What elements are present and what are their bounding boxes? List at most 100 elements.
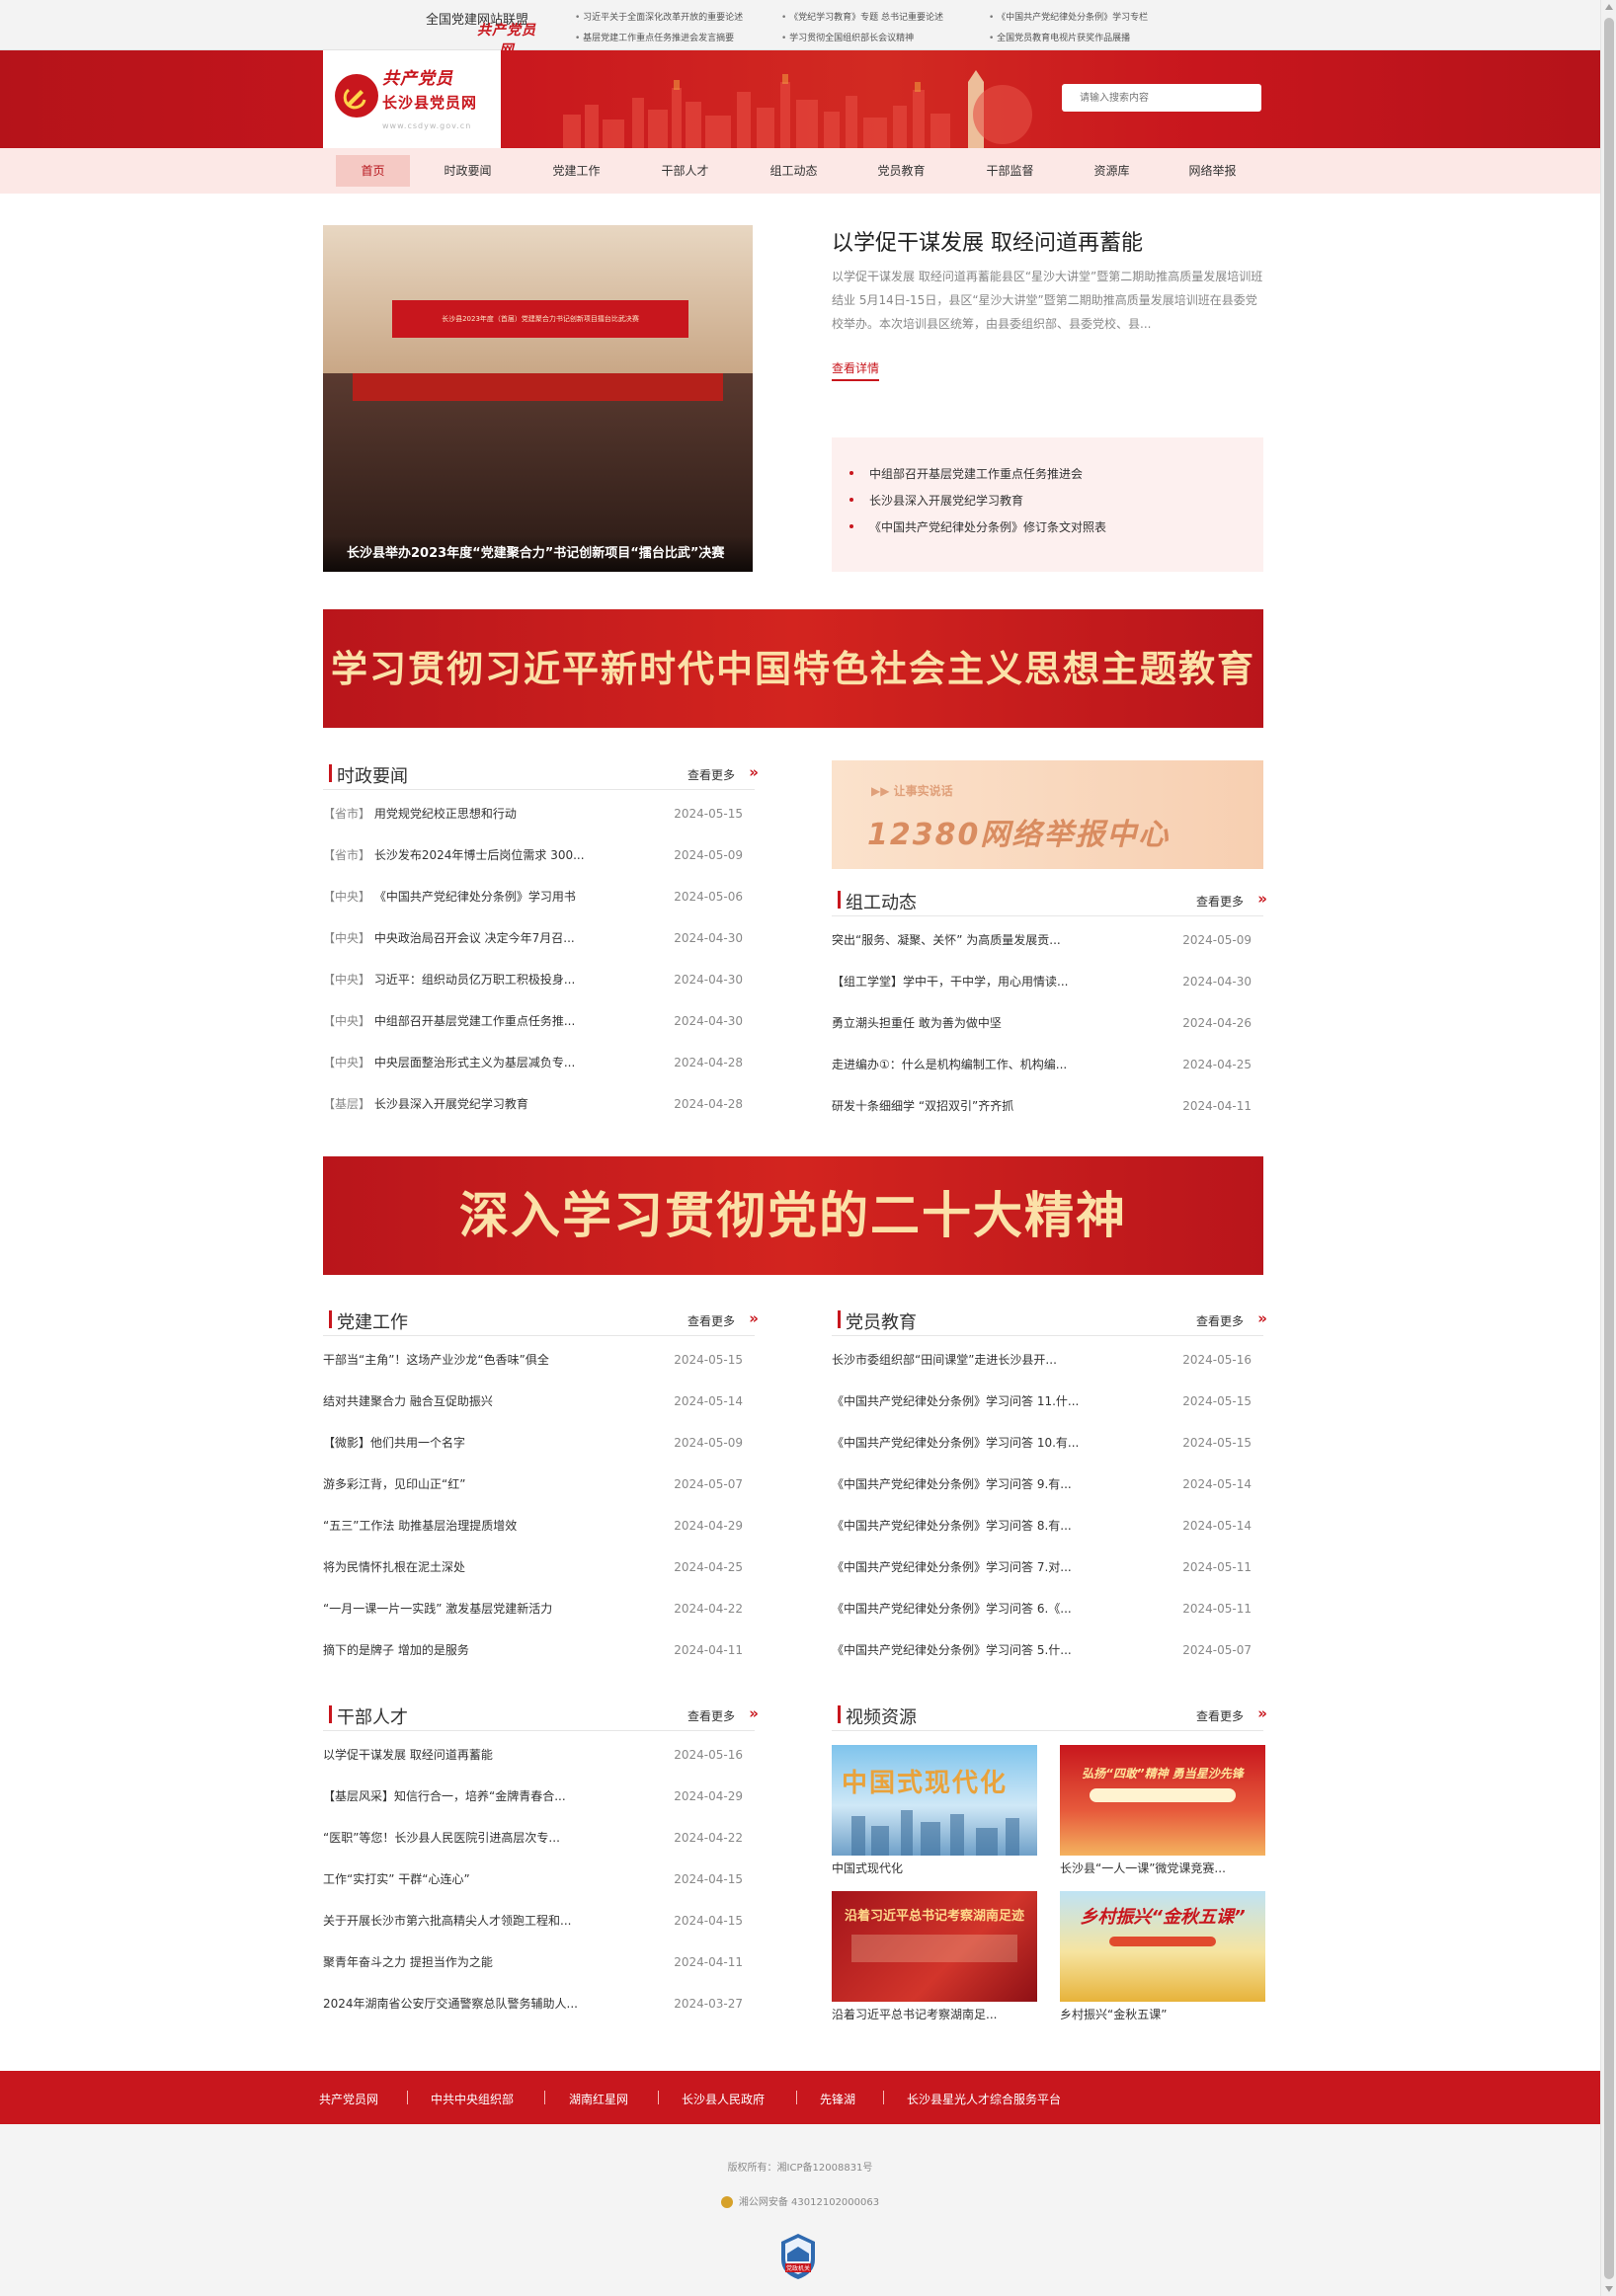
list-item[interactable]: 干部当“主角”！这场产业沙龙“色香味”俱全 2024-05-15 bbox=[323, 1350, 755, 1391]
list-item[interactable]: 【中央】 中央政治局召开会议 决定今年7月召... 2024-04-30 bbox=[323, 928, 755, 970]
scroll-up-icon[interactable] bbox=[1605, 4, 1613, 10]
double-chevron-right-icon[interactable]: » bbox=[1257, 890, 1267, 908]
list-item[interactable]: 【基层】 长沙县深入开展党纪学习教育 2024-04-28 bbox=[323, 1094, 755, 1136]
list-item[interactable]: 《中国共产党纪律处分条例》学习问答 7.对... 2024-05-11 bbox=[832, 1557, 1263, 1599]
twentieth-congress-banner[interactable]: 深入学习贯彻党的二十大精神 bbox=[323, 1156, 1263, 1275]
more-link[interactable]: 查看更多 bbox=[687, 1707, 735, 1724]
top-news-link[interactable]: 学习贯彻全国组织部长会议精神 bbox=[781, 29, 943, 49]
video-card[interactable]: 乡村振兴“金秋五课” 乡村振兴“金秋五课” bbox=[1060, 1891, 1265, 2022]
theme-education-banner[interactable]: 学习贯彻习近平新时代中国特色社会主义思想主题教育 bbox=[323, 609, 1263, 728]
lead-title[interactable]: 以学促干谋发展 取经问道再蓄能 bbox=[832, 225, 1143, 257]
top-news-link[interactable]: 全国党员教育电视片获奖作品展播 bbox=[989, 29, 1148, 49]
list-item[interactable]: 【中央】 《中国共产党纪律处分条例》学习用书 2024-05-06 bbox=[323, 887, 755, 928]
list-item[interactable]: 聚青年奋斗之力 提担当作为之能 2024-04-11 bbox=[323, 1952, 755, 1994]
list-item[interactable]: 游多彩江背，见印山正“红” 2024-05-07 bbox=[323, 1474, 755, 1516]
list-item[interactable]: 《中国共产党纪律处分条例》学习问答 6.《... 2024-05-11 bbox=[832, 1599, 1263, 1640]
member-education-section: 党员教育 查看更多 » 长沙市委组织部“田间课堂”走进长沙县开... 2024-0… bbox=[832, 1306, 1267, 1682]
double-chevron-right-icon[interactable]: » bbox=[1257, 1309, 1267, 1327]
list-item[interactable]: 【微影】他们共用一个名字 2024-05-09 bbox=[323, 1433, 755, 1474]
double-chevron-right-icon[interactable]: » bbox=[749, 1704, 759, 1722]
list-item[interactable]: 突出“服务、凝聚、关怀” 为高质量发展贡... 2024-05-09 bbox=[832, 930, 1263, 972]
nav-resources[interactable]: 资源库 bbox=[1075, 155, 1149, 187]
list-item[interactable]: 研发十条细细学 “双招双引”齐齐抓 2024-04-11 bbox=[832, 1096, 1263, 1138]
list-item-date: 2024-05-15 bbox=[1182, 1394, 1252, 1408]
video-card[interactable]: 沿着习近平总书记考察湖南足迹 沿着习近平总书记考察湖南足... bbox=[832, 1891, 1037, 2022]
list-item[interactable]: 长沙市委组织部“田间课堂”走进长沙县开... 2024-05-16 bbox=[832, 1350, 1263, 1391]
banner-text: 深入学习贯彻党的二十大精神 bbox=[459, 1186, 1127, 1244]
list-item[interactable]: 【中央】 习近平：组织动员亿万职工积极投身... 2024-04-30 bbox=[323, 970, 755, 1011]
nav-org-news[interactable]: 组工动态 bbox=[757, 155, 831, 187]
lead-more-link[interactable]: 查看详情 bbox=[832, 359, 880, 381]
more-link[interactable]: 查看更多 bbox=[687, 766, 735, 783]
list-item[interactable]: 【中央】 中央层面整治形式主义为基层减负专... 2024-04-28 bbox=[323, 1053, 755, 1094]
list-item[interactable]: 【省市】 用党规党纪校正思想和行动 2024-05-15 bbox=[323, 804, 755, 845]
footer-link[interactable]: 湖南红星网 bbox=[569, 2091, 628, 2107]
nav-cadre-supervision[interactable]: 干部监督 bbox=[973, 155, 1047, 187]
list-item-title: 研发十条细细学 “双招双引”齐齐抓 bbox=[832, 1099, 1014, 1113]
police-record[interactable]: 湘公网安备 43012102000063 bbox=[0, 2193, 1600, 2208]
gov-agency-badge-icon[interactable]: 党政机关 bbox=[779, 2232, 817, 2281]
top-news-link[interactable]: 基层党建工作重点任务推进会发言摘要 bbox=[575, 29, 743, 49]
list-item[interactable]: 以学促干谋发展 取经问道再蓄能 2024-05-16 bbox=[323, 1745, 755, 1786]
video-card[interactable]: 中国式现代化 中国式现代化 bbox=[832, 1745, 1037, 1876]
footer-link[interactable]: 共产党员网 bbox=[319, 2091, 378, 2107]
list-item-date: 2024-04-11 bbox=[674, 1955, 743, 1969]
nav-cadres[interactable]: 干部人才 bbox=[648, 155, 722, 187]
nav-party-building[interactable]: 党建工作 bbox=[539, 155, 613, 187]
top-news-link[interactable]: 习近平关于全面深化改革开放的重要论述 bbox=[575, 8, 743, 29]
more-link[interactable]: 查看更多 bbox=[1196, 893, 1244, 910]
top-news-link[interactable]: 《党纪学习教育》专题 总书记重要论述 bbox=[781, 8, 943, 29]
list-item-title: 【组工学堂】学中干，干中学，用心用情读... bbox=[832, 975, 1069, 989]
top-news-link[interactable]: 《中国共产党纪律处分条例》学习专栏 bbox=[989, 8, 1148, 29]
nav-report[interactable]: 网络举报 bbox=[1175, 155, 1250, 187]
list-item[interactable]: 关于开展长沙市第六批高精尖人才领跑工程和... 2024-04-15 bbox=[323, 1911, 755, 1952]
list-item[interactable]: 勇立潮头担重任 敢为善为做中坚 2024-04-26 bbox=[832, 1013, 1263, 1055]
list-item[interactable]: 摘下的是牌子 增加的是服务 2024-04-11 bbox=[323, 1640, 755, 1682]
scrollbar[interactable] bbox=[1600, 0, 1616, 2296]
list-item[interactable]: 《中国共产党纪律处分条例》修订条文对照表 bbox=[849, 518, 1263, 545]
list-item[interactable]: 《中国共产党纪律处分条例》学习问答 5.什... 2024-05-07 bbox=[832, 1640, 1263, 1682]
double-chevron-right-icon[interactable]: » bbox=[1257, 1704, 1267, 1722]
scrollbar-thumb[interactable] bbox=[1604, 18, 1614, 2279]
page: 共产党员网 全国党建网站联盟 习近平关于全面深化改革开放的重要论述 基层党建工作… bbox=[0, 0, 1600, 2296]
featured-image[interactable]: 长沙县2023年度（首届）党建聚合力书记创新项目擂台比武决赛 长沙县举办2023… bbox=[323, 225, 753, 572]
list-item[interactable]: 《中国共产党纪律处分条例》学习问答 9.有... 2024-05-14 bbox=[832, 1474, 1263, 1516]
report-center-banner[interactable]: ▶▶ 让事实说话 12380网络举报中心 bbox=[832, 760, 1263, 869]
list-item[interactable]: 走进编办①：什么是机构编制工作、机构编... 2024-04-25 bbox=[832, 1055, 1263, 1096]
nav-current-affairs[interactable]: 时政要闻 bbox=[431, 155, 505, 187]
video-card[interactable]: 弘扬“四敢”精神 勇当星沙先锋 长沙县“一人一课”微党课竞赛... bbox=[1060, 1745, 1265, 1876]
list-item[interactable]: 【省市】 长沙发布2024年博士后岗位需求 300... 2024-05-09 bbox=[323, 845, 755, 887]
alliance-logo[interactable]: 共产党员网 全国党建网站联盟 bbox=[418, 6, 536, 58]
list-item[interactable]: 【组工学堂】学中干，干中学，用心用情读... 2024-04-30 bbox=[832, 972, 1263, 1013]
list-item[interactable]: 工作“实打实” 干群“心连心” 2024-04-15 bbox=[323, 1869, 755, 1911]
list-item-title: “医职”等您！长沙县人民医院引进高层次专... bbox=[323, 1831, 560, 1845]
copyright[interactable]: 版权所有：湘ICP备12008831号 bbox=[0, 2159, 1600, 2174]
list-item[interactable]: “五三”工作法 助推基层治理提质增效 2024-04-29 bbox=[323, 1516, 755, 1557]
list-item[interactable]: 《中国共产党纪律处分条例》学习问答 8.有... 2024-05-14 bbox=[832, 1516, 1263, 1557]
double-chevron-right-icon[interactable]: » bbox=[749, 763, 759, 781]
nav-member-education[interactable]: 党员教育 bbox=[864, 155, 938, 187]
list-item[interactable]: 中组部召开基层党建工作重点任务推进会 bbox=[849, 465, 1263, 492]
more-link[interactable]: 查看更多 bbox=[1196, 1707, 1244, 1724]
list-item[interactable]: 2024年湖南省公安厅交通警察总队警务辅助人... 2024-03-27 bbox=[323, 1994, 755, 2035]
list-item[interactable]: 【中央】 中组部召开基层党建工作重点任务推... 2024-04-30 bbox=[323, 1011, 755, 1053]
list-item[interactable]: 《中国共产党纪律处分条例》学习问答 10.有... 2024-05-15 bbox=[832, 1433, 1263, 1474]
list-item[interactable]: 将为民情怀扎根在泥土深处 2024-04-25 bbox=[323, 1557, 755, 1599]
list-item[interactable]: 《中国共产党纪律处分条例》学习问答 11.什... 2024-05-15 bbox=[832, 1391, 1263, 1433]
list-item[interactable]: 长沙县深入开展党纪学习教育 bbox=[849, 492, 1263, 518]
site-logo[interactable]: 共产党员 长沙县党员网 www.csdyw.gov.cn bbox=[323, 50, 501, 148]
scroll-down-icon[interactable] bbox=[1605, 2286, 1613, 2292]
footer-link[interactable]: 长沙县人民政府 bbox=[682, 2091, 765, 2107]
footer-link[interactable]: 中共中央组织部 bbox=[431, 2091, 514, 2107]
footer-link[interactable]: 长沙县星光人才综合服务平台 bbox=[907, 2091, 1061, 2107]
more-link[interactable]: 查看更多 bbox=[1196, 1312, 1244, 1329]
more-link[interactable]: 查看更多 bbox=[687, 1312, 735, 1329]
list-item[interactable]: 结对共建聚合力 融合互促助振兴 2024-05-14 bbox=[323, 1391, 755, 1433]
list-item[interactable]: “一月一课一片一实践” 激发基层党建新活力 2024-04-22 bbox=[323, 1599, 755, 1640]
footer-link[interactable]: 先锋湖 bbox=[820, 2091, 855, 2107]
double-chevron-right-icon[interactable]: » bbox=[749, 1309, 759, 1327]
nav-home[interactable]: 首页 bbox=[336, 155, 410, 187]
search-input[interactable] bbox=[1062, 84, 1261, 112]
list-item[interactable]: 【基层风采】知信行合一，培养“金牌青春合... 2024-04-29 bbox=[323, 1786, 755, 1828]
list-item[interactable]: “医职”等您！长沙县人民医院引进高层次专... 2024-04-22 bbox=[323, 1828, 755, 1869]
